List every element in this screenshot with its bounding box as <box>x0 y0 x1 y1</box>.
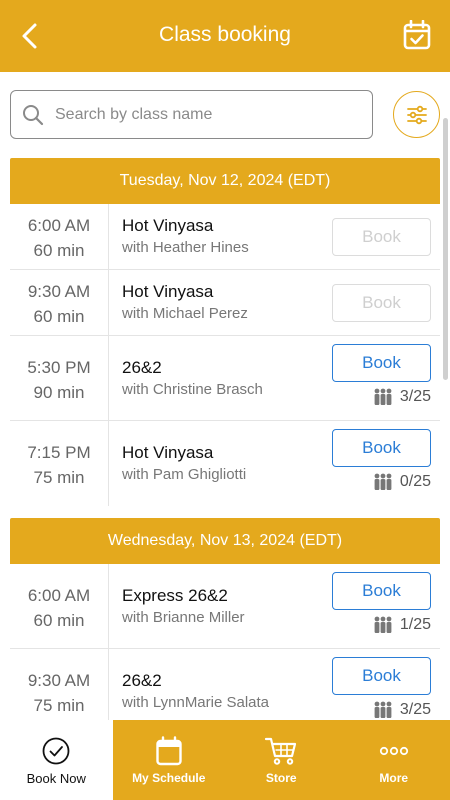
filter-button[interactable] <box>393 91 440 138</box>
more-dots-icon <box>379 735 409 767</box>
spots-count: 0/25 <box>399 473 431 490</box>
calendar-check-icon <box>403 20 431 50</box>
duration: 60 min <box>33 307 85 326</box>
class-name: Hot Vinyasa <box>122 282 214 301</box>
class-time: 9:30 AM 75 min <box>10 649 109 720</box>
spots-count: 3/25 <box>399 388 431 405</box>
class-list: Tuesday, Nov 12, 2024 (EDT) 6:00 AM 60 m… <box>10 158 440 720</box>
class-row: 7:15 PM 75 min Hot Vinyasa with Pam Ghig… <box>10 421 440 506</box>
class-time: 7:15 PM 75 min <box>10 421 109 506</box>
instructor-name: with Michael Perez <box>122 305 248 322</box>
app-header: Class booking <box>0 0 450 72</box>
book-button[interactable]: Book <box>332 284 431 322</box>
class-booking-screen: Class booking Tuesday, <box>0 0 450 800</box>
duration: 75 min <box>33 696 85 715</box>
tab-book-now[interactable]: Book Now <box>0 720 113 800</box>
instructor-name: with Heather Hines <box>122 239 249 256</box>
class-row: 6:00 AM 60 min Hot Vinyasa with Heather … <box>10 204 440 270</box>
class-name: Hot Vinyasa <box>122 216 214 235</box>
start-time: 6:00 AM <box>27 216 91 235</box>
day-header: Wednesday, Nov 13, 2024 (EDT) <box>10 518 440 564</box>
search-input[interactable] <box>55 105 355 124</box>
duration: 60 min <box>33 241 85 260</box>
spots-indicator: 0/25 <box>372 473 431 491</box>
scrollbar[interactable] <box>443 118 448 380</box>
book-button[interactable]: Book <box>332 572 431 610</box>
calendar-icon <box>156 735 182 767</box>
duration: 90 min <box>33 383 85 402</box>
search-icon <box>11 104 55 126</box>
instructor-name: with Brianne Miller <box>122 609 245 626</box>
calendar-check-button[interactable] <box>400 18 434 52</box>
tab-label: More <box>379 771 409 785</box>
tab-my-schedule[interactable]: My Schedule <box>112 720 225 800</box>
tab-more[interactable]: More <box>337 720 450 800</box>
sliders-icon <box>406 105 427 124</box>
tab-store[interactable]: Store <box>225 720 338 800</box>
class-row: 6:00 AM 60 min Express 26&2 with Brianne… <box>10 564 440 649</box>
duration: 60 min <box>33 611 85 630</box>
spots-count: 1/25 <box>399 616 431 633</box>
check-circle-icon <box>41 735 71 767</box>
class-name: Hot Vinyasa <box>122 443 214 462</box>
instructor-name: with Christine Brasch <box>122 381 263 398</box>
bottom-nav: Book Now My Schedule Store More <box>0 720 450 800</box>
spots-indicator: 1/25 <box>372 616 431 634</box>
class-time: 5:30 PM 90 min <box>10 336 109 420</box>
day-separator <box>10 506 440 518</box>
spots-indicator: 3/25 <box>372 701 431 719</box>
instructor-name: with Pam Ghigliotti <box>122 466 247 483</box>
people-icon <box>374 616 392 633</box>
start-time: 6:00 AM <box>27 586 91 605</box>
spots-count: 3/25 <box>399 701 431 718</box>
people-icon <box>374 701 392 718</box>
book-button[interactable]: Book <box>332 218 431 256</box>
class-name: Express 26&2 <box>122 586 228 605</box>
tab-label: My Schedule <box>132 771 206 785</box>
tab-label: Book Now <box>26 770 86 786</box>
start-time: 9:30 AM <box>27 671 91 690</box>
class-time: 6:00 AM 60 min <box>10 564 109 648</box>
start-time: 7:15 PM <box>27 443 91 462</box>
start-time: 5:30 PM <box>27 358 91 377</box>
tab-label: Store <box>265 771 297 785</box>
day-header: Tuesday, Nov 12, 2024 (EDT) <box>10 158 440 204</box>
book-button[interactable]: Book <box>332 429 431 467</box>
spots-indicator: 3/25 <box>372 388 431 406</box>
people-icon <box>374 473 392 490</box>
class-name: 26&2 <box>122 671 162 690</box>
cart-icon <box>264 735 298 767</box>
class-row: 9:30 AM 60 min Hot Vinyasa with Michael … <box>10 270 440 336</box>
page-title: Class booking <box>159 23 291 46</box>
search-box <box>10 90 373 139</box>
class-time: 9:30 AM 60 min <box>10 270 109 335</box>
book-button[interactable]: Book <box>332 344 431 382</box>
start-time: 9:30 AM <box>27 282 91 301</box>
class-row: 5:30 PM 90 min 26&2 with Christine Brasc… <box>10 336 440 421</box>
class-time: 6:00 AM 60 min <box>10 204 109 269</box>
instructor-name: with LynnMarie Salata <box>122 694 270 711</box>
duration: 75 min <box>33 468 85 487</box>
class-row: 9:30 AM 75 min 26&2 with LynnMarie Salat… <box>10 649 440 720</box>
class-name: 26&2 <box>122 358 162 377</box>
book-button[interactable]: Book <box>332 657 431 695</box>
people-icon <box>374 388 392 405</box>
